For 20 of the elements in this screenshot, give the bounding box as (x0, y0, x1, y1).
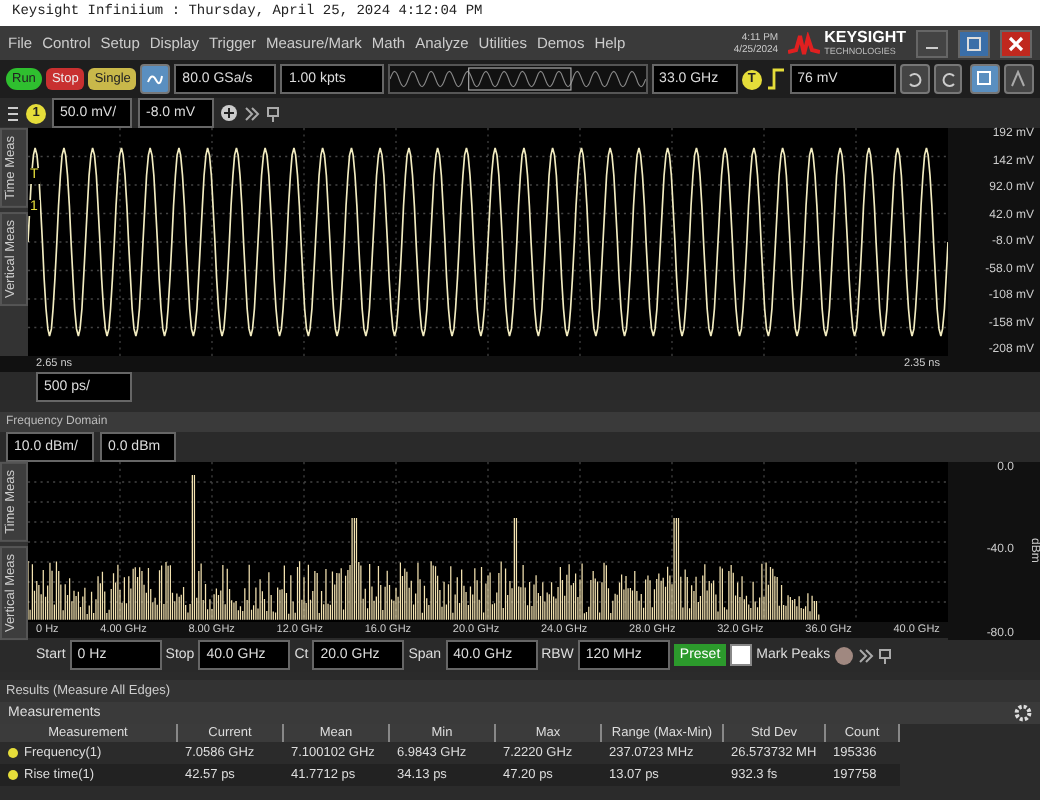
logo-name: KEYSIGHT (824, 29, 906, 43)
pin-icon[interactable] (878, 647, 893, 663)
redo-icon[interactable] (933, 64, 963, 94)
settings-icon[interactable] (1014, 704, 1032, 722)
checkbox[interactable] (730, 644, 753, 666)
undo-icon[interactable] (899, 64, 930, 94)
logo-icon (788, 31, 821, 55)
measure-icon[interactable] (1004, 64, 1034, 94)
knob-icon[interactable] (834, 645, 855, 665)
minimize-icon[interactable] (916, 29, 948, 57)
pin-icon[interactable] (266, 105, 280, 121)
close-icon[interactable] (1000, 29, 1032, 57)
maximize-icon[interactable] (958, 29, 990, 57)
zoom-icon[interactable] (970, 64, 1001, 94)
double-chevron-icon[interactable] (244, 105, 260, 121)
autoscale-icon[interactable] (140, 64, 171, 94)
rising-edge-icon (765, 68, 786, 90)
add-icon[interactable] (220, 104, 238, 122)
double-chevron-icon[interactable] (858, 647, 875, 663)
panel-menu-icon[interactable] (6, 104, 20, 122)
